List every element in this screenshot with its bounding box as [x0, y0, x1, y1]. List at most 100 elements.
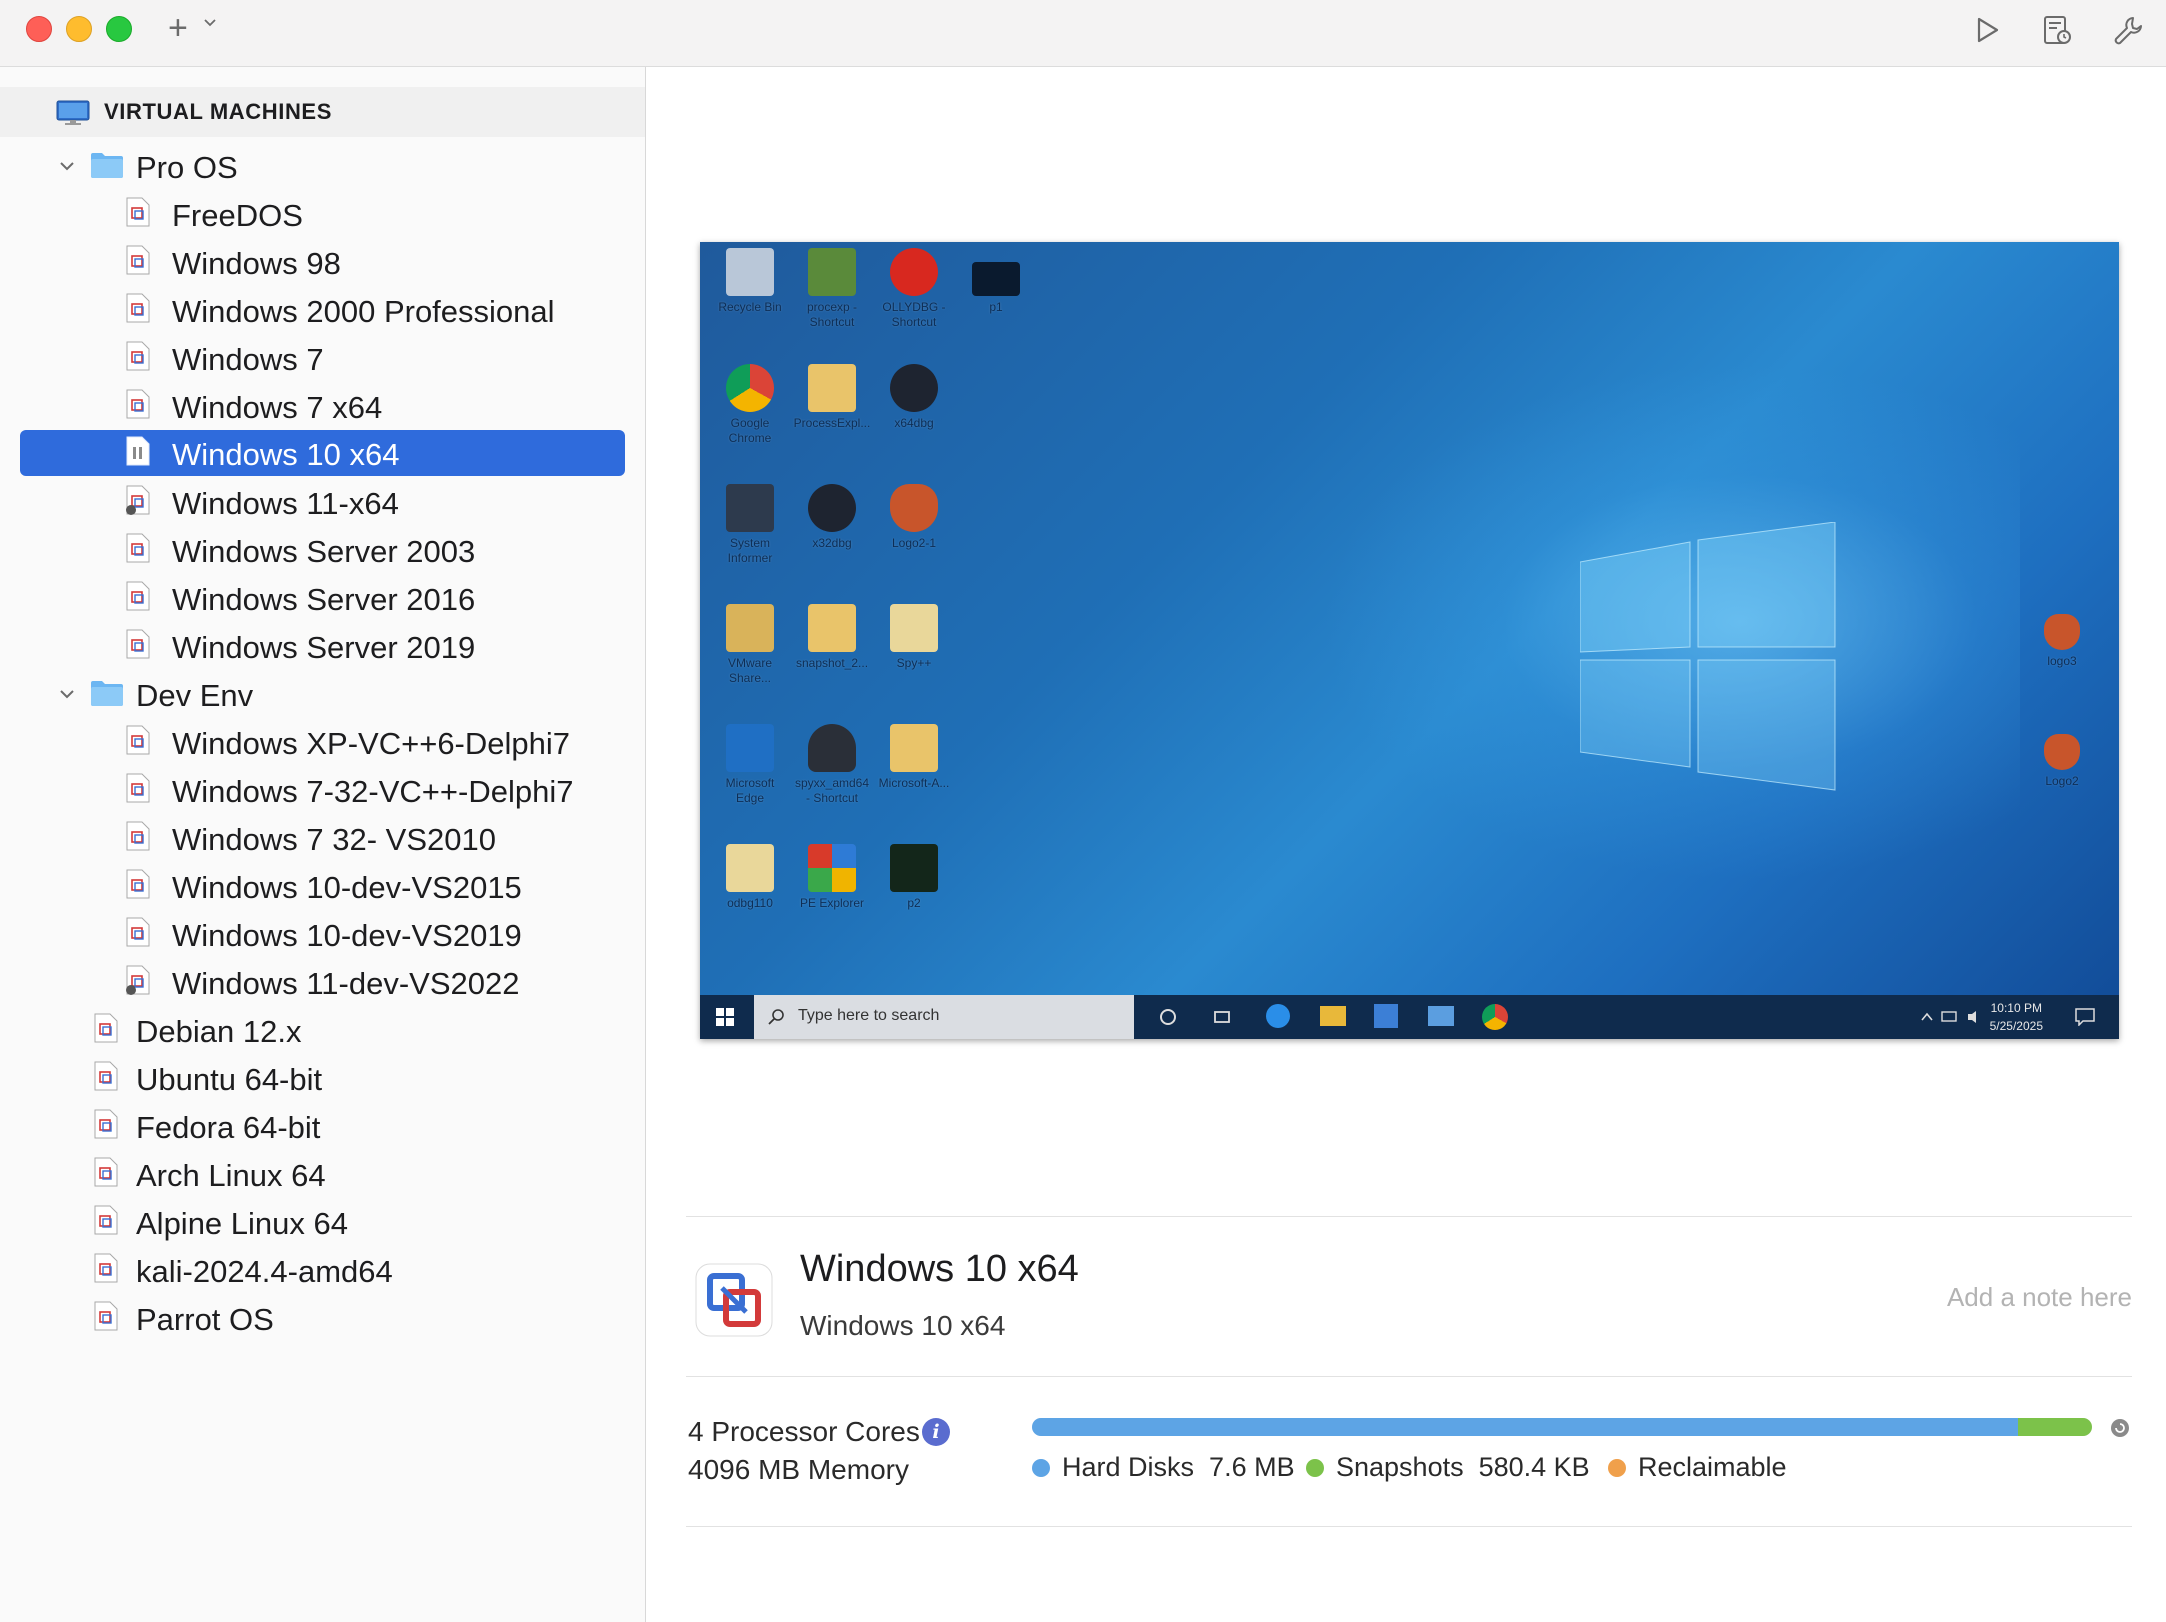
add-note-field[interactable]: Add a note here	[1880, 1282, 2132, 1313]
task-view-icon[interactable]	[1212, 1007, 1232, 1027]
reclaim-icon[interactable]	[2110, 1418, 2130, 1438]
chrome-taskbar-icon[interactable]	[1482, 1004, 1508, 1030]
vm-file-icon	[126, 773, 150, 803]
vm-label: Windows 10-dev-VS2019	[172, 918, 522, 953]
folder-icon	[91, 153, 123, 178]
vm-screen-preview[interactable]: Recycle Bin procexp - Shortcut OLLYDBG -…	[700, 242, 2119, 1039]
group-pro-os[interactable]: Pro OS	[20, 143, 625, 189]
group-dev-env[interactable]: Dev Env	[20, 671, 625, 717]
vm-label: Windows 7-32-VC++-Delphi7	[172, 774, 574, 809]
vm-shared-file-icon	[126, 965, 150, 995]
vm-item-alpine-linux[interactable]: Alpine Linux 64	[20, 1199, 625, 1245]
desktop-icon-recycle-bin[interactable]: Recycle Bin	[710, 248, 790, 358]
vm-item-windows-7-32-vs2010[interactable]: Windows 7 32- VS2010	[20, 815, 625, 861]
wrench-icon[interactable]	[2108, 10, 2148, 50]
vm-item-windows-server-2003[interactable]: Windows Server 2003	[20, 527, 625, 573]
vm-item-windows-server-2019[interactable]: Windows Server 2019	[20, 623, 625, 669]
notification-icon[interactable]	[2075, 1008, 2095, 1026]
vm-shared-file-icon	[126, 485, 150, 515]
desktop-icon-odbg110[interactable]: odbg110	[710, 844, 790, 954]
vm-item-windows-11-x64[interactable]: Windows 11-x64	[20, 479, 625, 525]
desktop-icon-pe-explorer[interactable]: PE Explorer	[792, 844, 872, 954]
ollydbg-icon	[890, 248, 938, 296]
vm-item-windows-10-dev-vs2015[interactable]: Windows 10-dev-VS2015	[20, 863, 625, 909]
folder-icon	[890, 604, 938, 652]
vm-file-icon	[94, 1109, 118, 1139]
chevron-down-icon[interactable]	[58, 685, 76, 703]
vm-item-freedos[interactable]: FreeDOS	[20, 191, 625, 237]
desktop-icon-snapshot[interactable]: snapshot_2...	[792, 604, 872, 714]
chevron-down-icon[interactable]	[58, 157, 76, 175]
vm-item-windows-10-x64[interactable]: Windows 10 x64	[20, 430, 625, 476]
info-icon[interactable]: i	[922, 1418, 950, 1446]
desktop-icon-p1[interactable]: p1	[956, 248, 1036, 358]
clock-date: 5/25/2025	[1989, 1019, 2043, 1033]
vm-item-windows-xp-vc6-delphi7[interactable]: Windows XP-VC++6-Delphi7	[20, 719, 625, 765]
desktop-icon-system-informer[interactable]: System Informer	[710, 484, 790, 594]
vm-label: Windows Server 2016	[172, 582, 476, 617]
taskbar-search-box[interactable]: Type here to search	[754, 995, 1134, 1039]
vm-label: Windows 7	[172, 342, 324, 377]
vm-item-parrot-os[interactable]: Parrot OS	[20, 1295, 625, 1341]
desktop-icon-vmware-share[interactable]: VMware Share...	[710, 604, 790, 714]
vm-file-icon	[94, 1013, 118, 1043]
vm-item-kali[interactable]: kali-2024.4-amd64	[20, 1247, 625, 1293]
file-explorer-icon[interactable]	[1320, 1006, 1346, 1026]
desktop-icon-x64dbg[interactable]: x64dbg	[874, 364, 954, 474]
chevron-down-icon[interactable]	[204, 16, 216, 28]
vm-item-arch-linux[interactable]: Arch Linux 64	[20, 1151, 625, 1197]
minimize-window-button[interactable]	[66, 16, 92, 42]
snapshots-segment	[2017, 1418, 2092, 1436]
vm-file-icon	[126, 821, 150, 851]
snapshot-manager-icon[interactable]	[2036, 10, 2076, 50]
desktop-icon-edge[interactable]: Microsoft Edge	[710, 724, 790, 834]
vm-file-icon	[126, 293, 150, 323]
desktop-icon-p2[interactable]: p2	[874, 844, 954, 954]
vm-item-windows-11-dev-vs2022[interactable]: Windows 11-dev-VS2022	[20, 959, 625, 1005]
desktop-icon-spy[interactable]: Spy++	[874, 604, 954, 714]
store-icon[interactable]	[1374, 1004, 1398, 1028]
desktop-icon-logo2[interactable]: Logo2	[2022, 724, 2102, 834]
folder-icon	[726, 844, 774, 892]
edge-taskbar-icon[interactable]	[1266, 1004, 1290, 1028]
divider	[686, 1376, 2132, 1377]
mail-icon[interactable]	[1428, 1006, 1454, 1026]
play-icon[interactable]	[1966, 10, 2006, 50]
vm-label: Ubuntu 64-bit	[136, 1062, 323, 1097]
add-vm-button[interactable]: +	[168, 6, 188, 50]
vm-file-icon	[126, 341, 150, 371]
vm-item-windows-10-dev-vs2019[interactable]: Windows 10-dev-VS2019	[20, 911, 625, 957]
desktop-icon-chrome[interactable]: Google Chrome	[710, 364, 790, 474]
desktop-icon-spyxx[interactable]: spyxx_amd64 - Shortcut	[792, 724, 872, 834]
vm-item-windows-7-32-vc-delphi7[interactable]: Windows 7-32-VC++-Delphi7	[20, 767, 625, 813]
vm-item-windows-7[interactable]: Windows 7	[20, 335, 625, 381]
vm-item-debian[interactable]: Debian 12.x	[20, 1007, 625, 1053]
desktop-icon-logo3[interactable]: logo3	[2022, 604, 2102, 714]
reclaimable-dot	[1608, 1459, 1626, 1477]
vm-item-windows-server-2016[interactable]: Windows Server 2016	[20, 575, 625, 621]
windows-start-icon[interactable]	[716, 1008, 734, 1026]
desktop-icon-ollydbg[interactable]: OLLYDBG - Shortcut	[874, 248, 954, 358]
desktop-icon-procexp[interactable]: procexp - Shortcut	[792, 248, 872, 358]
taskbar-clock[interactable]: 10:10 PM 5/25/2025	[1990, 999, 2043, 1035]
vm-item-windows-2000[interactable]: Windows 2000 Professional	[20, 287, 625, 333]
vm-item-windows-7-x64[interactable]: Windows 7 x64	[20, 383, 625, 429]
desktop-icon-microsoft-a[interactable]: Microsoft-A...	[874, 724, 954, 834]
storage-usage-bar	[1032, 1418, 2092, 1436]
desktop-icon-processexpl[interactable]: ProcessExpl...	[792, 364, 872, 474]
vm-label: Windows 11-dev-VS2022	[172, 966, 520, 1001]
vm-label: kali-2024.4-amd64	[136, 1254, 393, 1289]
vm-item-fedora[interactable]: Fedora 64-bit	[20, 1103, 625, 1149]
console-icon	[972, 262, 1020, 296]
close-window-button[interactable]	[26, 16, 52, 42]
vm-item-windows-98[interactable]: Windows 98	[20, 239, 625, 285]
cortana-icon[interactable]	[1158, 1007, 1178, 1027]
pe-explorer-icon	[808, 844, 856, 892]
vm-item-ubuntu[interactable]: Ubuntu 64-bit	[20, 1055, 625, 1101]
vm-file-icon	[126, 629, 150, 659]
memory: 4096 MB Memory	[688, 1454, 909, 1485]
desktop-icon-logo2-1[interactable]: Logo2-1	[874, 484, 954, 594]
desktop-icon-x32dbg[interactable]: x32dbg	[792, 484, 872, 594]
system-tray-icons[interactable]	[1920, 1009, 1990, 1025]
maximize-window-button[interactable]	[106, 16, 132, 42]
